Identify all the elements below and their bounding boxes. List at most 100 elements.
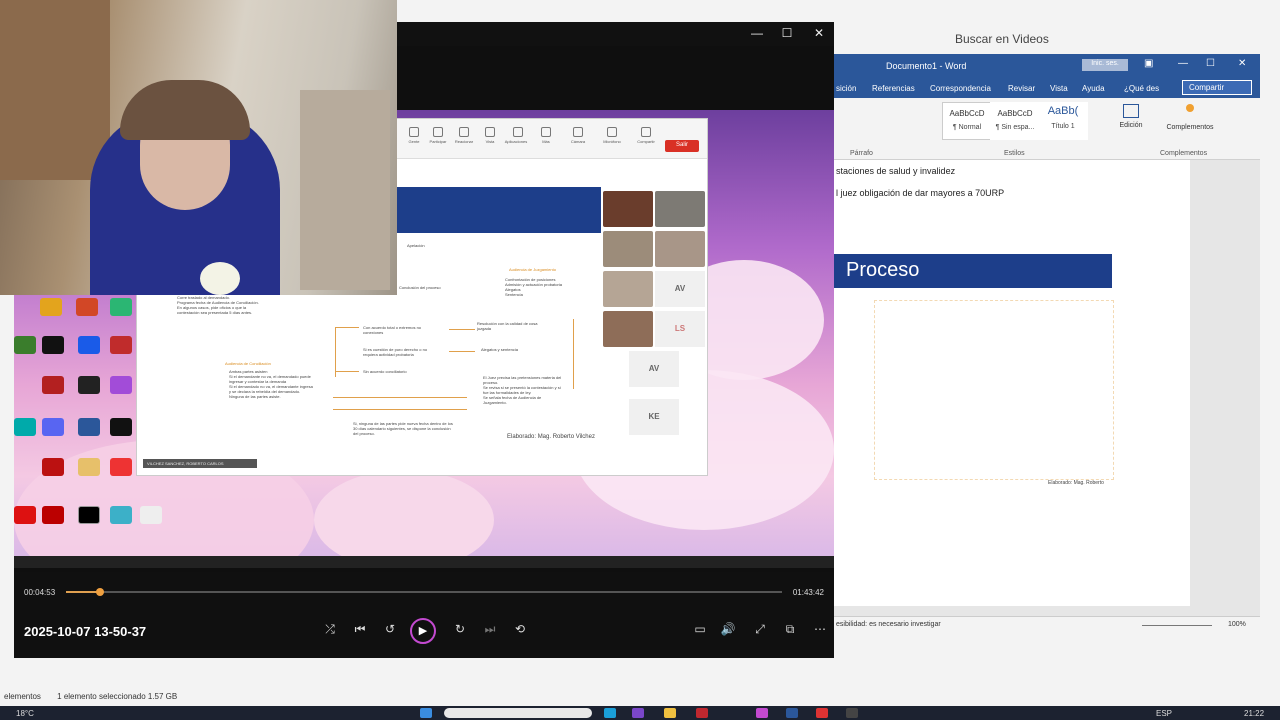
camera-icon[interactable] <box>573 127 583 137</box>
app-icon[interactable] <box>42 458 64 476</box>
app-icon[interactable] <box>816 708 828 718</box>
zoom-slider[interactable] <box>1142 625 1212 626</box>
document-page[interactable]: staciones de salud y invalidez l juez ob… <box>834 160 1190 606</box>
edge-icon[interactable] <box>604 708 616 718</box>
more-options-icon[interactable]: ⋯ <box>810 622 830 636</box>
media-player-icon[interactable] <box>756 708 768 718</box>
discord-icon[interactable] <box>42 418 64 436</box>
forward-30-icon[interactable]: ↻ <box>450 622 470 636</box>
raise-hand-icon[interactable] <box>433 127 443 137</box>
tab-disposicion[interactable]: sición <box>836 84 856 93</box>
app-icon[interactable] <box>14 336 36 354</box>
play-button[interactable]: ▶ <box>410 618 436 644</box>
app-icon[interactable] <box>846 708 858 718</box>
style-heading-1[interactable]: AaBb( Título 1 <box>1038 102 1088 140</box>
people-icon[interactable] <box>409 127 419 137</box>
app-icon[interactable] <box>110 418 132 436</box>
minimize-icon[interactable]: — <box>747 26 767 40</box>
more-icon[interactable] <box>541 127 551 137</box>
app-icon[interactable] <box>78 458 100 476</box>
app-icon[interactable] <box>110 458 132 476</box>
participant-avatar[interactable]: LS <box>655 311 705 347</box>
minimize-icon[interactable]: — <box>1178 58 1188 69</box>
participant-avatar[interactable]: KE <box>629 399 679 435</box>
toolbar-button[interactable]: Participar <box>425 139 451 144</box>
toolbar-button[interactable]: Más <box>533 139 559 144</box>
seek-bar-thumb[interactable] <box>95 588 104 596</box>
accessibility-status[interactable]: esibilidad: es necesario investigar <box>836 621 941 628</box>
app-icon[interactable] <box>110 506 132 524</box>
style-no-spacing[interactable]: AaBbCcD ¶ Sin espa... <box>990 102 1040 140</box>
style-normal[interactable]: AaBbCcD ¶ Normal <box>942 102 992 140</box>
participant-video[interactable] <box>603 191 653 227</box>
folder-icon[interactable] <box>40 298 62 316</box>
apps-icon[interactable] <box>513 127 523 137</box>
app-icon[interactable] <box>110 376 132 394</box>
tab-ayuda[interactable]: Ayuda <box>1082 84 1105 93</box>
roblox-studio-icon[interactable] <box>78 376 100 394</box>
taskbar-search[interactable] <box>444 708 592 718</box>
seek-bar[interactable] <box>66 588 782 596</box>
participant-video[interactable] <box>603 311 653 347</box>
participant-video[interactable] <box>603 271 653 307</box>
maximize-icon[interactable]: ☐ <box>1206 58 1215 69</box>
app-icon[interactable] <box>78 506 100 524</box>
volume-icon[interactable]: 🔊 <box>718 622 738 636</box>
react-icon[interactable] <box>459 127 469 137</box>
app-icon[interactable] <box>14 506 36 524</box>
previous-icon[interactable]: ⏮ <box>350 622 370 637</box>
clock[interactable]: 21:22 <box>1244 709 1264 718</box>
share-button[interactable]: Compartir <box>1182 80 1252 95</box>
participant-avatar[interactable]: AV <box>629 351 679 387</box>
mini-player-icon[interactable]: ⧉ <box>780 622 800 637</box>
close-icon[interactable]: ✕ <box>809 26 829 40</box>
editing-button[interactable]: Edición <box>1118 104 1144 129</box>
participant-avatar[interactable]: AV <box>655 271 705 307</box>
toolbar-button[interactable]: Gente <box>401 139 427 144</box>
app-icon[interactable] <box>14 418 36 436</box>
toolbar-button[interactable]: Compartir <box>633 139 659 144</box>
addins-button[interactable]: Complementos <box>1158 104 1222 131</box>
toolbar-button[interactable]: Reacionar <box>451 139 477 144</box>
toolbar-button[interactable]: Vista <box>477 139 503 144</box>
word-icon[interactable] <box>78 418 100 436</box>
tab-referencias[interactable]: Referencias <box>872 84 915 93</box>
app-icon[interactable] <box>110 298 132 316</box>
microphone-icon[interactable] <box>607 127 617 137</box>
app-icon[interactable] <box>696 708 708 718</box>
tell-me-search[interactable]: ¿Qué des <box>1124 84 1159 93</box>
close-icon[interactable]: ✕ <box>1238 58 1246 69</box>
repeat-off-icon[interactable]: ⟲ <box>510 622 530 636</box>
explorer-search-input[interactable]: Buscar en Videos <box>835 26 1255 50</box>
app-icon[interactable] <box>110 336 132 354</box>
subtitles-icon[interactable]: ▭ <box>690 622 710 636</box>
fullscreen-icon[interactable]: ⤢ <box>750 622 770 637</box>
app-icon[interactable] <box>42 336 64 354</box>
zoom-level[interactable]: 100% <box>1228 621 1246 628</box>
tab-revisar[interactable]: Revisar <box>1008 84 1035 93</box>
share-icon[interactable] <box>641 127 651 137</box>
start-icon[interactable] <box>420 708 432 718</box>
toolbar-button[interactable]: Micrófono <box>599 139 625 144</box>
participant-video[interactable] <box>655 191 705 227</box>
tab-vista[interactable]: Vista <box>1050 84 1068 93</box>
view-icon[interactable] <box>485 127 495 137</box>
shuffle-icon[interactable]: ⤮ <box>320 622 340 637</box>
participant-video[interactable] <box>603 231 653 267</box>
maximize-icon[interactable]: ☐ <box>777 26 797 40</box>
folder-icon[interactable] <box>664 708 676 718</box>
app-icon[interactable] <box>632 708 644 718</box>
toolbar-button[interactable]: Aplicaciones <box>503 139 529 144</box>
powerpoint-icon[interactable] <box>76 298 98 316</box>
app-icon[interactable] <box>42 376 64 394</box>
app-icon[interactable] <box>42 506 64 524</box>
weather-widget[interactable]: 18°C <box>16 709 34 718</box>
tab-correspondencia[interactable]: Correspondencia <box>930 84 991 93</box>
toolbar-button[interactable]: Cámara <box>565 139 591 144</box>
language-indicator[interactable]: ESP <box>1156 709 1172 718</box>
ribbon-display-icon[interactable]: ▣ <box>1144 58 1153 69</box>
app-icon[interactable] <box>140 506 162 524</box>
roblox-icon[interactable] <box>78 336 100 354</box>
rewind-10-icon[interactable]: ↺ <box>380 622 400 636</box>
next-icon[interactable]: ⏭ <box>480 622 500 637</box>
